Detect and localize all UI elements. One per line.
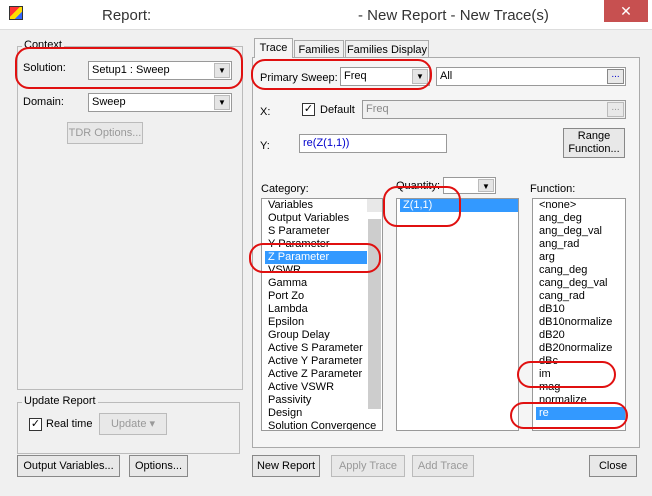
list-item[interactable]: dB20normalize xyxy=(536,342,625,355)
list-item[interactable]: Epsilon xyxy=(265,316,367,329)
function-label: Function: xyxy=(530,183,576,195)
list-item[interactable]: Variables xyxy=(265,199,367,212)
list-item[interactable]: ang_deg_val xyxy=(536,225,625,238)
list-item[interactable]: ang_deg xyxy=(536,212,625,225)
domain-value: Sweep xyxy=(92,96,126,108)
list-item[interactable]: Solution Convergence xyxy=(265,420,376,430)
list-item[interactable]: Port Zo xyxy=(265,290,367,303)
list-item[interactable]: cang_rad xyxy=(536,290,625,303)
title-bar: Report: - New Report - New Trace(s) ✕ xyxy=(0,0,652,30)
default-checkbox[interactable]: ✓ xyxy=(302,103,315,116)
highlight-annotation xyxy=(383,186,461,227)
update-button[interactable]: Update ▾ xyxy=(99,413,167,435)
tdr-options-button[interactable]: TDR Options... xyxy=(67,122,143,144)
list-item[interactable]: Active Y Parameter xyxy=(265,355,367,368)
chevron-down-icon: ▼ xyxy=(478,179,494,192)
close-window-button[interactable]: ✕ xyxy=(604,0,648,22)
x-value: Freq xyxy=(366,103,389,115)
highlight-annotation xyxy=(15,47,243,89)
list-item[interactable]: ang_rad xyxy=(536,238,625,251)
list-item[interactable]: dB10normalize xyxy=(536,316,625,329)
quantity-list[interactable]: Z(1,1) xyxy=(396,198,519,431)
list-item[interactable]: <none> xyxy=(536,199,625,212)
range-function-line2: Function... xyxy=(568,143,620,155)
list-item[interactable]: Design xyxy=(265,407,367,420)
domain-label: Domain: xyxy=(23,96,64,108)
category-label: Category: xyxy=(261,183,309,195)
list-item[interactable]: arg xyxy=(536,251,625,264)
add-trace-button[interactable]: Add Trace xyxy=(412,455,474,477)
highlight-annotation xyxy=(510,402,628,429)
update-report-legend: Update Report xyxy=(22,395,98,407)
tab-trace[interactable]: Trace xyxy=(254,38,293,58)
sweep-range-field[interactable]: All xyxy=(436,67,626,86)
update-label: Update xyxy=(110,418,147,430)
x-field[interactable]: Freq xyxy=(362,100,626,119)
app-icon xyxy=(9,6,23,20)
x-browse-button[interactable]: ... xyxy=(607,102,624,117)
window-subtitle: - New Report - New Trace(s) xyxy=(358,7,549,24)
list-item[interactable]: Active Z Parameter xyxy=(265,368,367,381)
apply-trace-button[interactable]: Apply Trace xyxy=(331,455,405,477)
y-expression-field[interactable]: re(Z(1,1)) xyxy=(299,134,447,153)
list-item[interactable]: Lambda xyxy=(265,303,367,316)
output-variables-button[interactable]: Output Variables... xyxy=(17,455,120,477)
realtime-checkbox[interactable]: ✓ xyxy=(29,418,42,431)
sweep-range-browse-button[interactable]: ... xyxy=(607,69,624,84)
list-item[interactable]: Output Variables xyxy=(265,212,367,225)
realtime-label: Real time xyxy=(46,418,93,430)
x-label: X: xyxy=(260,106,271,118)
list-item[interactable]: Active S Parameter xyxy=(265,342,367,355)
function-list[interactable]: <none> ang_deg ang_deg_val ang_rad arg cang_d… xyxy=(532,198,626,431)
range-function-button[interactable]: Range Function... xyxy=(563,128,625,158)
new-report-button[interactable]: New Report xyxy=(252,455,320,477)
sweep-range-value: All xyxy=(440,70,453,82)
category-list[interactable]: Variables Output Variables S Parameter Y Pa… xyxy=(261,198,383,431)
highlight-annotation xyxy=(517,361,616,388)
list-item[interactable]: Passivity xyxy=(265,394,367,407)
list-item[interactable]: cang_deg_val xyxy=(536,277,625,290)
list-item[interactable]: Active VSWR xyxy=(265,381,367,394)
list-item[interactable]: cang_deg xyxy=(536,264,625,277)
default-label: Default xyxy=(320,104,355,116)
list-item[interactable]: Gamma xyxy=(265,277,367,290)
tab-families-display[interactable]: Families Display xyxy=(345,40,429,58)
list-item[interactable]: dB20 xyxy=(536,329,625,342)
highlight-annotation xyxy=(249,243,381,273)
domain-select[interactable]: Sweep ▼ xyxy=(88,93,232,112)
list-item[interactable]: Group Delay xyxy=(265,329,367,342)
tab-families[interactable]: Families xyxy=(294,40,344,58)
list-item[interactable]: S Parameter xyxy=(265,225,367,238)
range-function-line1: Range xyxy=(577,130,611,142)
list-item[interactable]: dB10 xyxy=(536,303,625,316)
y-label: Y: xyxy=(260,140,270,152)
options-button[interactable]: Options... xyxy=(129,455,188,477)
window-title: Report: xyxy=(102,7,152,24)
highlight-annotation xyxy=(251,59,432,90)
y-value: re(Z(1,1)) xyxy=(303,137,350,149)
chevron-down-icon: ▼ xyxy=(214,95,230,110)
close-button[interactable]: Close xyxy=(589,455,637,477)
category-scrollbar[interactable] xyxy=(367,199,382,409)
